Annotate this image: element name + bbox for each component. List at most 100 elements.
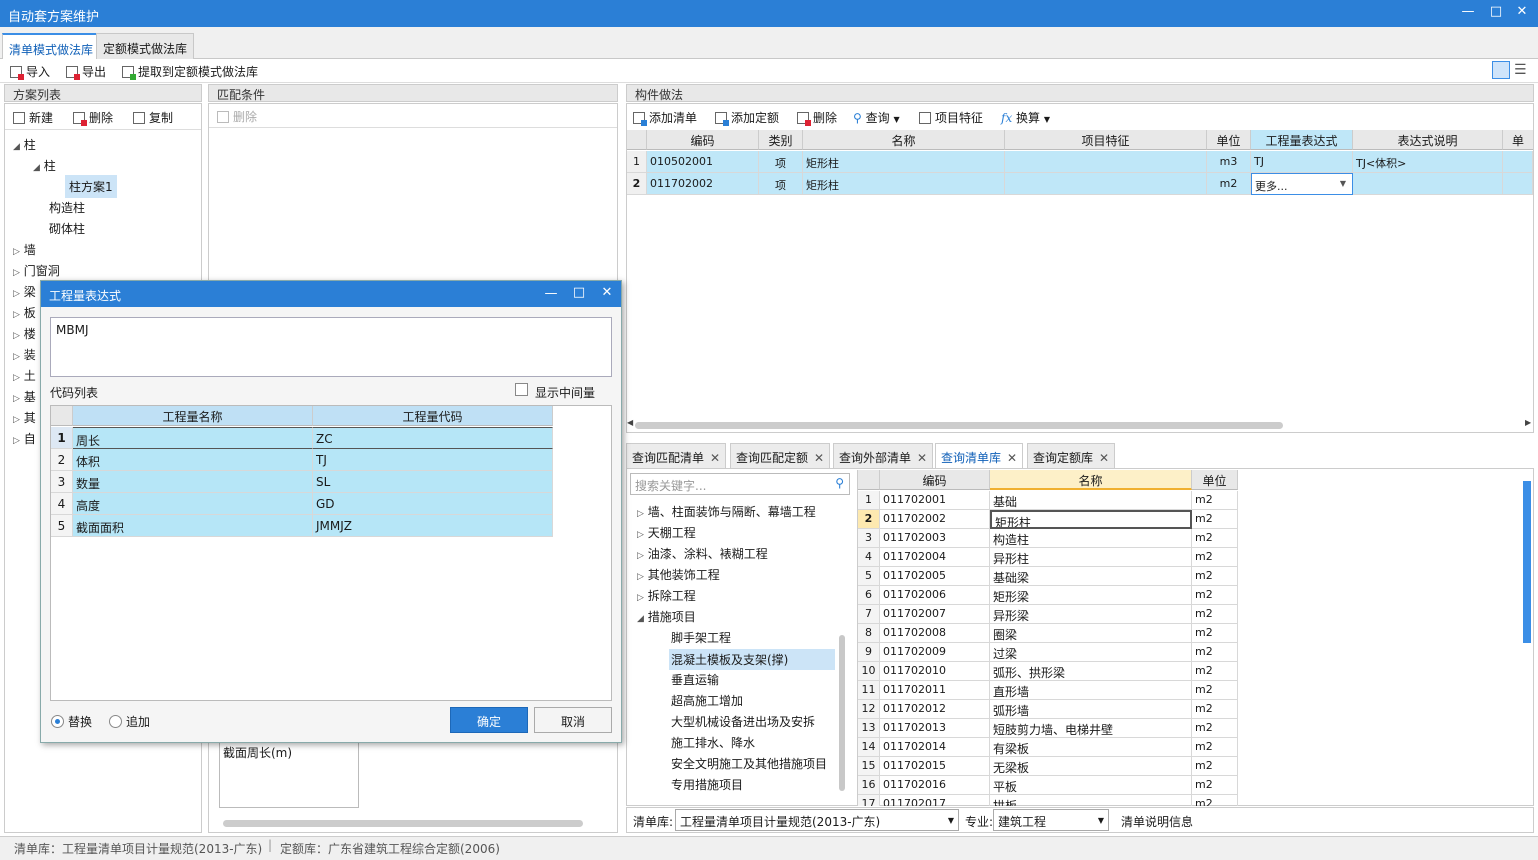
tree-node-machinery[interactable]: 大型机械设备进出场及安拆 [671, 713, 815, 730]
item-feature-button[interactable]: 项目特征 [919, 109, 983, 126]
import-button[interactable]: 导入 [10, 63, 50, 80]
tab-query-matched-quota[interactable]: 查询匹配定额 ✕ [730, 443, 831, 468]
cell-type[interactable]: 项 [759, 173, 803, 195]
search-icon[interactable]: ⚲ [835, 476, 844, 490]
cell-code[interactable]: 011702002 [880, 510, 990, 529]
cell-truncated[interactable] [1503, 173, 1533, 195]
cell-quantity-name[interactable]: 数量 [73, 471, 313, 493]
tab-quota-library[interactable]: 定额模式做法库 [96, 33, 195, 59]
cell-unit[interactable]: m2 [1207, 173, 1251, 195]
tree-node-earthwork[interactable]: ▷ 土 [13, 367, 36, 384]
col-header-unit[interactable]: 单位 [1207, 130, 1251, 150]
col-header-expression-desc[interactable]: 表达式说明 [1353, 130, 1503, 150]
cell-quantity-code[interactable]: ZC [313, 427, 553, 449]
cell-expression[interactable]: TJ [1251, 151, 1353, 173]
tree-node-constructional-column[interactable]: 构造柱 [49, 199, 85, 216]
cell-unit[interactable]: m2 [1192, 491, 1238, 510]
cell-unit[interactable]: m2 [1192, 643, 1238, 662]
append-option[interactable]: 追加 [109, 713, 150, 730]
tree-node-door-window[interactable]: ▷ 门窗洞 [13, 262, 60, 279]
cell-name[interactable]: 圈梁 [990, 624, 1192, 643]
tree-node-decoration[interactable]: ▷ 装 [13, 346, 36, 363]
cell-quantity-code[interactable]: GD [313, 493, 553, 515]
chevron-down-icon[interactable]: ▼ [1340, 179, 1346, 188]
tab-query-external-bill[interactable]: 查询外部清单 ✕ [833, 443, 934, 468]
query-button[interactable]: ⚲ 查询 ▼ [853, 109, 900, 126]
show-mid-checkbox[interactable] [515, 383, 528, 396]
cell-unit[interactable]: m3 [1207, 151, 1251, 173]
tree-node-column-group[interactable]: ◢ 柱 [13, 136, 36, 153]
ok-button[interactable]: 确定 [450, 707, 528, 733]
cell-code[interactable]: 011702006 [880, 586, 990, 605]
cell-code[interactable]: 011702005 [880, 567, 990, 586]
radio-replace[interactable] [51, 715, 64, 728]
cell-quantity-code[interactable]: TJ [313, 449, 553, 471]
cell-name[interactable]: 弧形墙 [990, 700, 1192, 719]
tree-node-measures[interactable]: ◢ 措施项目 [637, 608, 696, 625]
cell-quantity-name[interactable]: 周长 [73, 427, 313, 449]
cell-code[interactable]: 011702011 [880, 681, 990, 700]
col-header-feature[interactable]: 项目特征 [1005, 130, 1207, 150]
cell-unit[interactable]: m2 [1192, 662, 1238, 681]
col-header-name[interactable]: 名称 [990, 470, 1192, 490]
cell-code[interactable]: 011702003 [880, 529, 990, 548]
tree-node-concrete-formwork[interactable]: 混凝土模板及支架(撑) [669, 649, 835, 670]
tree-node-wall-decoration[interactable]: ▷ 墙、柱面装饰与隔断、幕墙工程 [637, 503, 816, 520]
grid-v-scrollbar[interactable] [1523, 481, 1531, 643]
cell-code[interactable]: 011702013 [880, 719, 990, 738]
tree-node-drainage[interactable]: 施工排水、降水 [671, 734, 755, 751]
tree-node-column[interactable]: ◢ 柱 [33, 157, 56, 174]
tab-query-quota-library[interactable]: 查询定额库 ✕ [1027, 443, 1116, 468]
cell-code[interactable]: 011702014 [880, 738, 990, 757]
col-header-type[interactable]: 类别 [759, 130, 803, 150]
cell-name[interactable]: 拱板 [990, 795, 1192, 806]
cell-quantity-name[interactable]: 截面面积 [73, 515, 313, 537]
scroll-left-icon[interactable]: ◀ [627, 418, 633, 427]
cell-unit[interactable]: m2 [1192, 738, 1238, 757]
tree-node-safety[interactable]: 安全文明施工及其他措施项目 [671, 755, 827, 772]
expression-input[interactable]: MBMJ [50, 317, 612, 377]
col-header-unit[interactable]: 单位 [1192, 470, 1238, 490]
tree-node-scaffold[interactable]: 脚手架工程 [671, 629, 731, 646]
tree-node-ceiling[interactable]: ▷ 天棚工程 [637, 524, 696, 541]
tree-node-high-rise[interactable]: 超高施工增加 [671, 692, 743, 709]
cancel-button[interactable]: 取消 [534, 707, 612, 733]
condition-value-box[interactable]: 截面周长(m) [219, 740, 359, 808]
tab-bill-library[interactable]: 清单模式做法库 [2, 33, 101, 60]
cell-name[interactable]: 异形梁 [990, 605, 1192, 624]
cell-truncated[interactable] [1503, 151, 1533, 173]
add-bill-button[interactable]: 添加清单 [633, 109, 697, 126]
tree-node-stair[interactable]: ▷ 楼 [13, 325, 36, 342]
maximize-icon[interactable]: □ [1486, 4, 1506, 19]
cell-feature[interactable] [1005, 151, 1207, 173]
tree-node-vertical-transport[interactable]: 垂直运输 [671, 671, 719, 688]
close-tab-icon[interactable]: ✕ [710, 451, 720, 465]
cell-unit[interactable]: m2 [1192, 605, 1238, 624]
cell-unit[interactable]: m2 [1192, 586, 1238, 605]
cell-code[interactable]: 011702002 [647, 173, 759, 195]
cell-code[interactable]: 011702009 [880, 643, 990, 662]
cell-name[interactable]: 构造柱 [990, 529, 1192, 548]
cell-name[interactable]: 基础梁 [990, 567, 1192, 586]
cell-expression-desc[interactable]: TJ<体积> [1353, 151, 1503, 173]
delete-scheme-button[interactable]: 删除 [73, 109, 113, 126]
radio-append[interactable] [109, 715, 122, 728]
cell-quantity-code[interactable]: SL [313, 471, 553, 493]
cell-unit[interactable]: m2 [1192, 510, 1238, 529]
cell-unit[interactable]: m2 [1192, 757, 1238, 776]
tree-node-paint[interactable]: ▷ 油漆、涂料、裱糊工程 [637, 545, 768, 562]
cell-unit[interactable]: m2 [1192, 567, 1238, 586]
col-header-code[interactable]: 编码 [647, 130, 759, 150]
cell-expression-desc[interactable] [1353, 173, 1503, 195]
col-header-expression[interactable]: 工程量表达式 [1251, 130, 1353, 150]
major-select[interactable]: 建筑工程 ▼ [993, 809, 1109, 831]
cell-code[interactable]: 011702010 [880, 662, 990, 681]
cell-unit[interactable]: m2 [1192, 529, 1238, 548]
cell-name[interactable]: 短肢剪力墙、电梯井壁 [990, 719, 1192, 738]
cell-name[interactable]: 过梁 [990, 643, 1192, 662]
cell-quantity-name[interactable]: 体积 [73, 449, 313, 471]
new-scheme-button[interactable]: 新建 [13, 109, 53, 126]
close-tab-icon[interactable]: ✕ [917, 451, 927, 465]
tree-node-slab[interactable]: ▷ 板 [13, 304, 36, 321]
cell-name[interactable]: 矩形柱 [803, 173, 1005, 195]
